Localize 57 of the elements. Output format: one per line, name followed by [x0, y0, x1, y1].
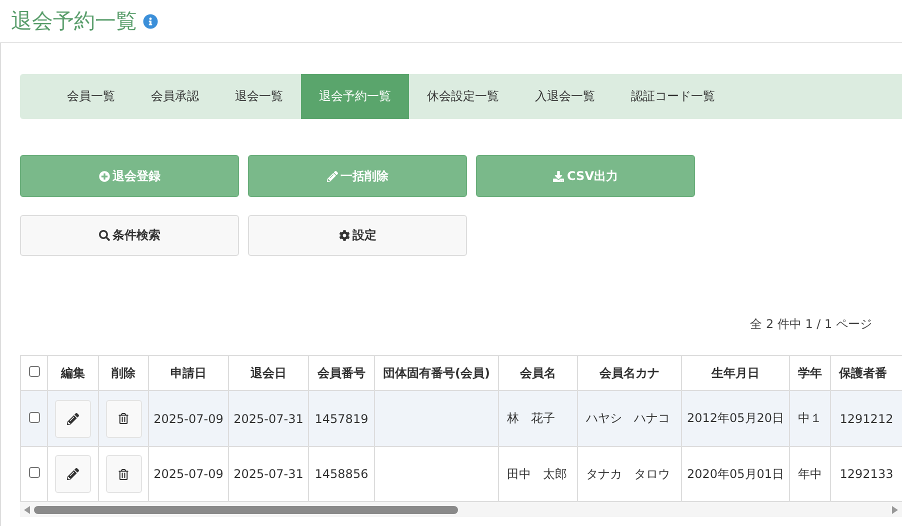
table-cell: 1291212 — [840, 412, 894, 426]
select-all-checkbox[interactable] — [28, 366, 40, 377]
column-header: 会員番号 — [318, 366, 366, 380]
action-button[interactable]: 条件検索 — [20, 215, 239, 256]
scroll-left-icon[interactable] — [24, 506, 30, 514]
download-icon — [553, 170, 564, 182]
column-header: 会員名 — [520, 366, 556, 380]
pencil-icon — [326, 170, 338, 182]
table-cell: 1457819 — [314, 412, 368, 426]
page-title: 退会予約一覧 — [11, 8, 137, 35]
trash-icon — [118, 413, 129, 424]
delete-button[interactable] — [106, 455, 142, 493]
search-icon — [98, 230, 110, 241]
scroll-right-icon[interactable] — [892, 506, 898, 514]
column-header: 申請日 — [170, 366, 206, 380]
table-cell: 年中 — [798, 466, 822, 480]
tab[interactable]: 認証コード一覧 — [613, 74, 733, 119]
column-header: 保護者番 — [839, 366, 887, 380]
table-cell: 2025-07-09 — [154, 412, 224, 426]
column-header: 学年 — [798, 366, 822, 380]
row-checkbox[interactable] — [28, 412, 40, 422]
edit-button[interactable] — [55, 455, 91, 493]
tab[interactable]: 休会設定一覧 — [409, 74, 517, 119]
table-cell: 2025-07-09 — [154, 467, 224, 481]
tab[interactable]: 会員一覧 — [49, 74, 133, 119]
tab[interactable]: 退会一覧 — [217, 74, 301, 119]
column-header: 会員名カナ — [600, 366, 660, 380]
column-header: 退会日 — [250, 366, 286, 380]
delete-button[interactable] — [106, 400, 142, 438]
settings-icon — [338, 230, 350, 241]
tab[interactable]: 入退会一覧 — [517, 74, 613, 119]
add-icon — [98, 170, 110, 182]
info-icon[interactable] — [143, 14, 158, 28]
column-header: 削除 — [112, 366, 136, 380]
pagination-info: 全 2 件中 1 / 1 ページ — [750, 316, 872, 333]
column-header: 生年月日 — [712, 366, 760, 380]
trash-icon — [118, 468, 129, 480]
horizontal-scrollbar[interactable] — [20, 502, 902, 517]
column-header: 団体固有番号(会員) — [383, 366, 490, 380]
table-cell: 1458856 — [314, 467, 368, 481]
table-cell: 2012年05月20日 — [686, 411, 784, 425]
table-cell: 2025-07-31 — [234, 467, 304, 481]
table-cell: 田中 太郎 — [507, 466, 567, 480]
table-cell: 林 花子 — [507, 411, 555, 425]
table-cell: タナカ タロウ — [586, 466, 670, 480]
table-cell: 中１ — [798, 411, 822, 425]
action-button[interactable]: 設定 — [248, 215, 467, 256]
pencil-icon — [67, 468, 79, 480]
table-cell: 2020年05月01日 — [686, 466, 784, 480]
column-header: 編集 — [61, 366, 85, 380]
table-cell: ハヤシ ハナコ — [586, 411, 670, 425]
pencil-icon — [67, 412, 79, 424]
table-cell: 1292133 — [840, 467, 894, 481]
tab[interactable]: 会員承認 — [133, 74, 217, 119]
table-cell: 2025-07-31 — [234, 412, 304, 426]
edit-button[interactable] — [55, 400, 91, 438]
row-checkbox[interactable] — [28, 467, 40, 478]
